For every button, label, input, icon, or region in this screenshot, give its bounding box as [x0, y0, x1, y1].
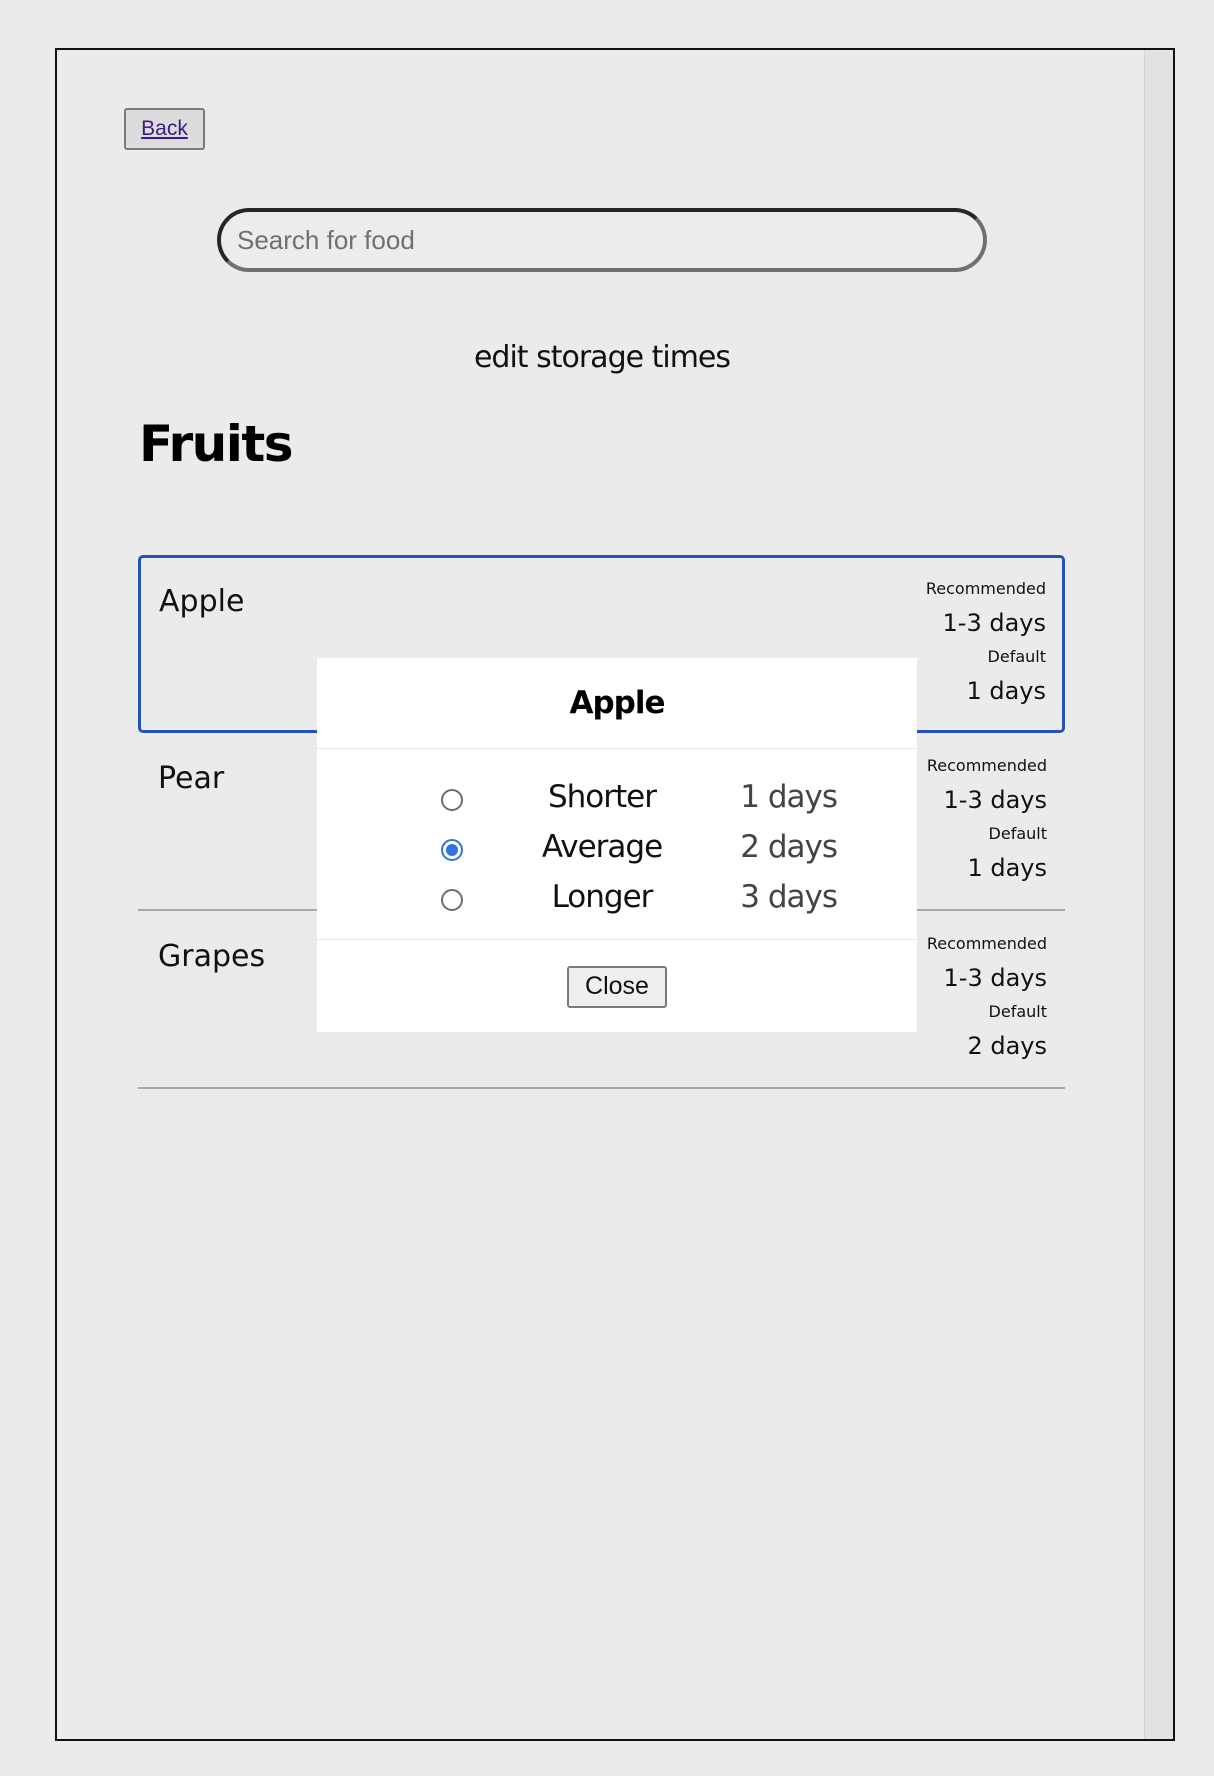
radio-average[interactable] [441, 839, 463, 861]
radio-longer[interactable] [441, 889, 463, 911]
storage-options: Shorter 1 days Average 2 days Longer 3 d… [317, 749, 917, 940]
option-longer[interactable]: Longer 3 days [317, 877, 917, 927]
recommended-label: Recommended [926, 934, 1047, 953]
radio-shorter[interactable] [441, 789, 463, 811]
option-days: 2 days [740, 829, 838, 865]
default-value: 2 days [967, 1032, 1047, 1060]
option-label: Average [541, 829, 663, 865]
storage-info: Recommended 1-3 days Default 2 days [927, 933, 1047, 1069]
option-average[interactable]: Average 2 days [317, 827, 917, 877]
search-input[interactable] [217, 208, 987, 272]
storage-info: Recommended 1-3 days Default 1 days [926, 578, 1046, 714]
default-label: Default [988, 1002, 1047, 1021]
recommended-value: 1-3 days [942, 609, 1046, 637]
option-days: 1 days [740, 779, 838, 815]
option-shorter[interactable]: Shorter 1 days [317, 777, 917, 827]
modal-title: Apple [317, 658, 917, 749]
default-value: 1 days [967, 854, 1047, 882]
back-button[interactable]: Back [124, 108, 205, 150]
recommended-label: Recommended [925, 579, 1046, 598]
close-button[interactable]: Close [567, 965, 667, 1008]
app-frame: Back edit storage times Fruits Apple Rec… [55, 48, 1175, 1741]
option-label: Longer [551, 879, 654, 915]
food-name: Apple [159, 584, 245, 619]
recommended-label: Recommended [926, 756, 1047, 775]
default-label: Default [988, 824, 1047, 843]
option-days: 3 days [740, 879, 838, 915]
modal-footer: Close [317, 940, 917, 1033]
category-title: Fruits [139, 415, 294, 473]
edit-storage-times-link[interactable]: edit storage times [57, 340, 1147, 375]
default-value: 1 days [966, 677, 1046, 705]
scrollbar[interactable] [1144, 50, 1173, 1739]
recommended-value: 1-3 days [943, 964, 1047, 992]
default-label: Default [987, 647, 1046, 666]
food-name: Grapes [158, 939, 266, 974]
storage-time-modal: Apple Shorter 1 days Average 2 days Long… [317, 658, 917, 1032]
storage-info: Recommended 1-3 days Default 1 days [927, 755, 1047, 891]
food-name: Pear [158, 761, 225, 796]
option-label: Shorter [547, 779, 657, 815]
recommended-value: 1-3 days [943, 786, 1047, 814]
